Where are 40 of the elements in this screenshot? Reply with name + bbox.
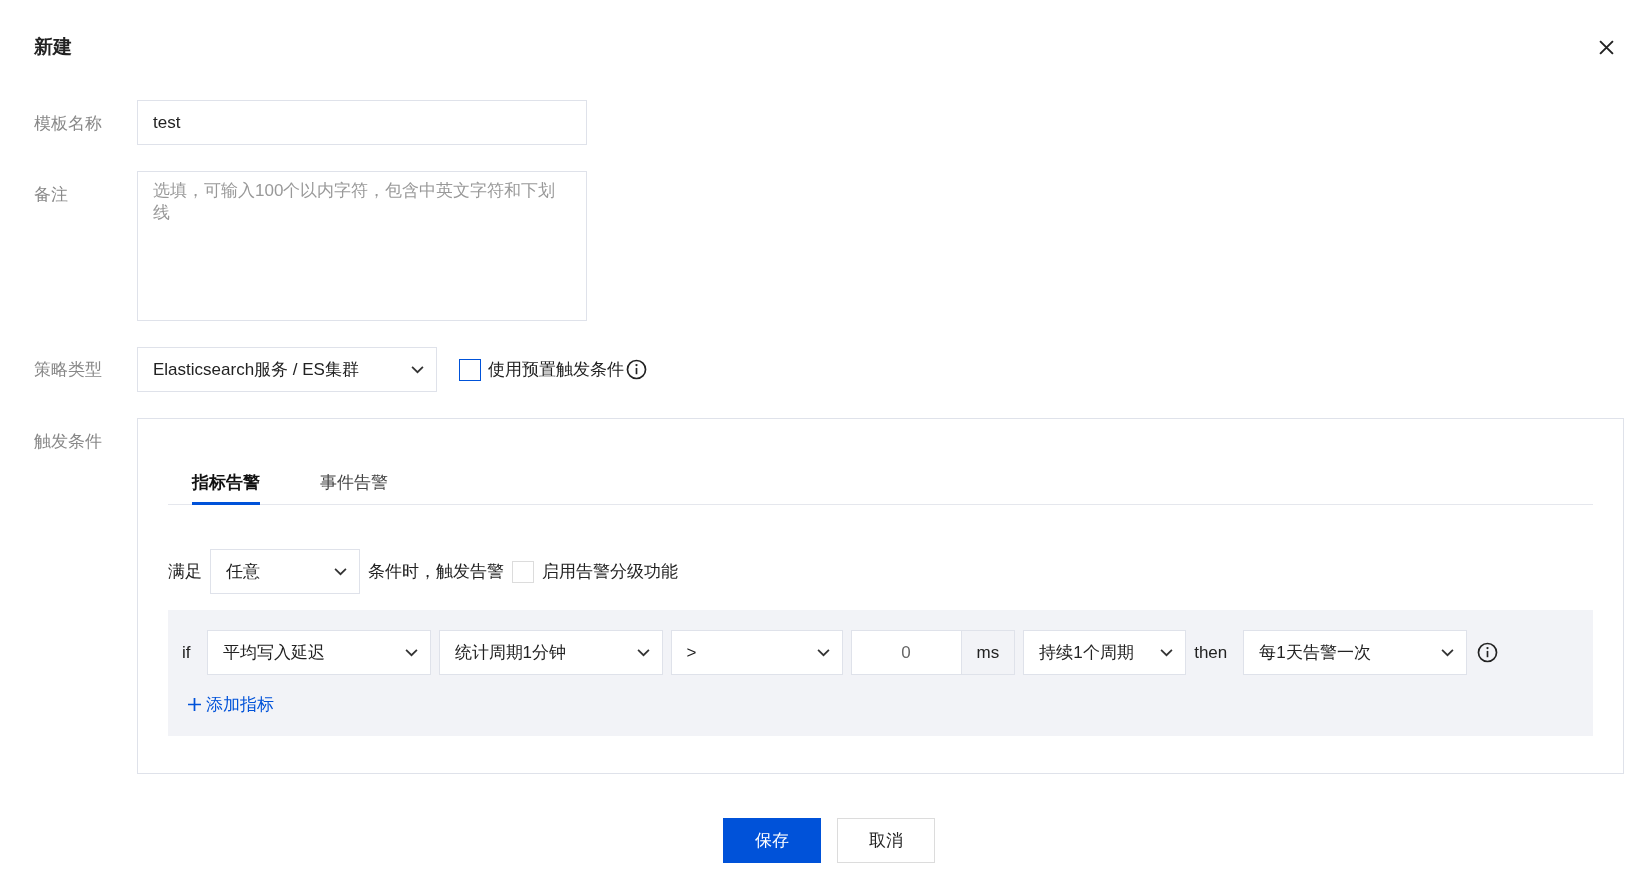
save-button[interactable]: 保存 <box>723 818 821 863</box>
chevron-down-icon <box>404 648 418 657</box>
info-icon[interactable] <box>626 359 647 380</box>
duration-select[interactable]: 持续1个周期 <box>1023 630 1187 675</box>
cancel-button[interactable]: 取消 <box>837 818 935 863</box>
chevron-down-icon <box>334 567 347 576</box>
match-suffix: 条件时，触发告警 <box>368 561 504 583</box>
field-label: 模板名称 <box>34 113 103 135</box>
field-label: 备注 <box>34 184 69 206</box>
chevron-down-icon <box>636 648 650 657</box>
match-select[interactable]: 任意 <box>210 549 360 594</box>
unit-label: ms <box>961 630 1016 675</box>
match-prefix: 满足 <box>168 561 202 583</box>
dialog-title: 新建 <box>34 35 72 59</box>
tab[interactable]: 指标告警 <box>192 459 260 505</box>
policy-type-select[interactable]: Elasticsearch服务 / ES集群 <box>137 347 437 392</box>
add-metric-link[interactable]: 添加指标 <box>188 693 274 716</box>
close-icon[interactable] <box>1599 39 1614 55</box>
info-icon[interactable] <box>1477 642 1499 663</box>
operator-select[interactable]: > <box>670 630 843 675</box>
chevron-down-icon <box>1160 648 1174 657</box>
frequency-select[interactable]: 每1天告警一次 <box>1243 630 1468 675</box>
chevron-down-icon <box>411 365 424 374</box>
remark-field[interactable]: 选填，可输入100个以内字符，包含中英文字符和下划线 <box>137 171 587 321</box>
chevron-down-icon <box>816 648 830 657</box>
if-label: if <box>182 642 191 663</box>
plus-icon <box>188 698 201 711</box>
metric-select[interactable]: 平均写入延迟 <box>206 630 431 675</box>
field-label: 触发条件 <box>34 431 103 453</box>
grading-checkbox[interactable] <box>512 560 534 583</box>
checkbox-label: 使用预置触发条件 <box>488 359 624 381</box>
preset-checkbox[interactable] <box>459 358 481 381</box>
chevron-down-icon <box>1441 648 1455 657</box>
period-select[interactable]: 统计周期1分钟 <box>438 630 663 675</box>
tab[interactable]: 事件告警 <box>320 459 388 505</box>
template-name-field[interactable]: test <box>137 100 587 145</box>
checkbox-label: 启用告警分级功能 <box>542 561 678 583</box>
field-label: 策略类型 <box>34 359 103 381</box>
threshold-field[interactable]: 0 <box>850 630 962 675</box>
then-label: then <box>1194 642 1228 663</box>
